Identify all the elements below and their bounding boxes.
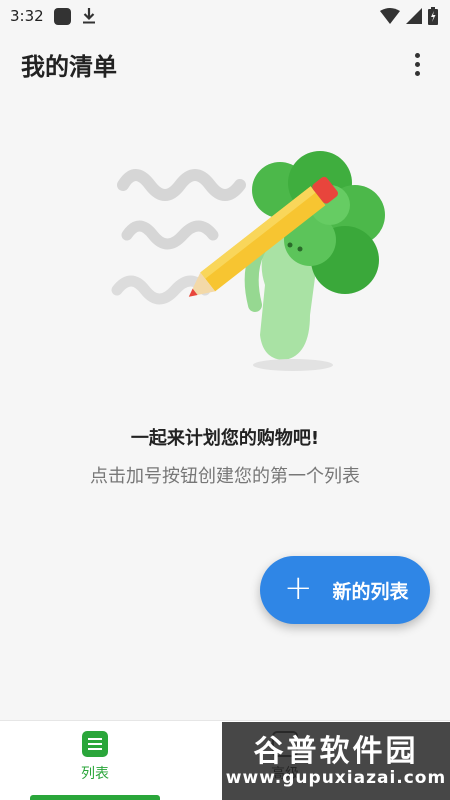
new-list-button[interactable]: + 新的列表 bbox=[260, 556, 430, 624]
nav-item-list[interactable]: 列表 bbox=[0, 721, 190, 800]
watermark: 谷普软件园 www.gupuxiazai.com bbox=[222, 722, 450, 800]
status-bar: 3:32 bbox=[0, 0, 450, 32]
plus-icon: + bbox=[284, 568, 313, 608]
status-time: 3:32 bbox=[10, 7, 44, 25]
status-right-icons bbox=[380, 7, 438, 25]
watermark-title: 谷普软件园 bbox=[253, 733, 419, 769]
page-title: 我的清单 bbox=[21, 52, 117, 81]
watermark-url: www.gupuxiazai.com bbox=[225, 767, 447, 788]
broccoli-pencil-illustration bbox=[111, 151, 385, 371]
app-bar: 我的清单 bbox=[0, 32, 450, 96]
empty-state-title: 一起来计划您的购物吧! bbox=[130, 428, 320, 449]
more-vert-icon[interactable] bbox=[402, 44, 432, 84]
list-icon bbox=[82, 731, 108, 757]
empty-state-subtitle: 点击加号按钮创建您的第一个列表 bbox=[90, 466, 360, 487]
nav-item-list-label: 列表 bbox=[81, 766, 109, 782]
wifi-icon bbox=[380, 8, 400, 24]
download-icon bbox=[82, 8, 95, 24]
new-list-label: 新的列表 bbox=[332, 580, 409, 603]
nav-active-indicator bbox=[30, 795, 160, 800]
notification-square-icon bbox=[53, 7, 71, 25]
battery-icon bbox=[428, 7, 438, 25]
signal-icon bbox=[406, 8, 422, 24]
